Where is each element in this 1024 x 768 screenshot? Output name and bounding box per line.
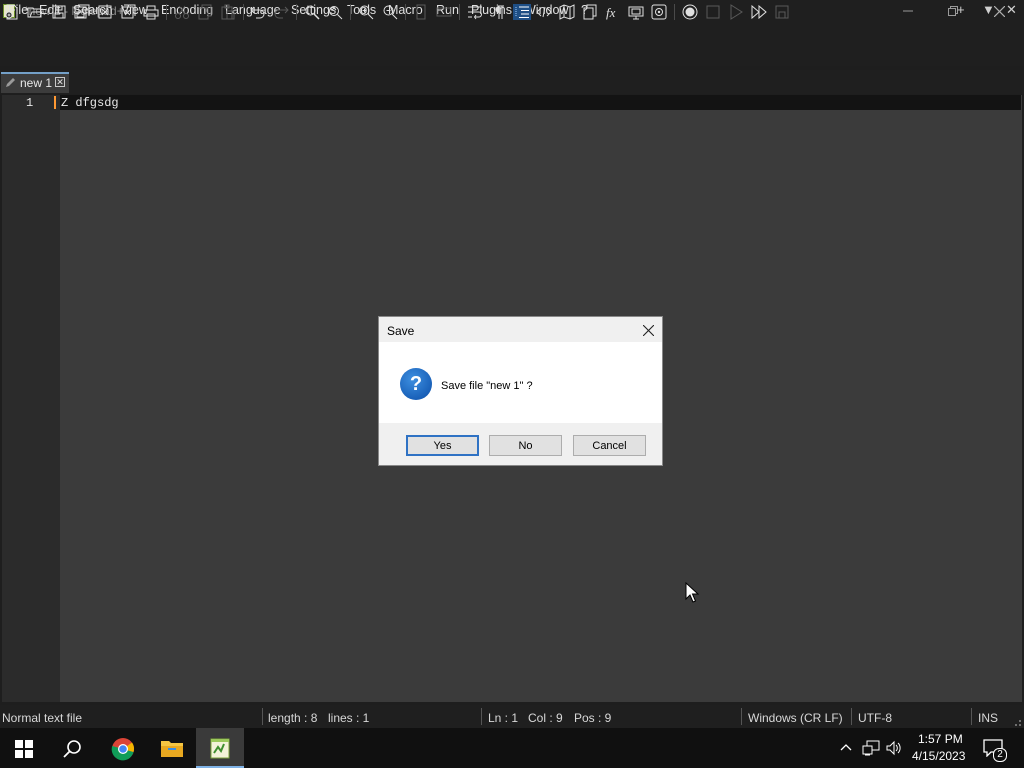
menu-bar (0, 22, 1024, 42)
windows-start-icon[interactable] (15, 740, 33, 758)
tab-list-dropdown-icon[interactable]: ▼ (982, 2, 995, 17)
line-number-gutter (2, 95, 60, 702)
run-macro-multiple-icon[interactable] (751, 4, 767, 20)
line-number: 1 (26, 96, 34, 110)
close-document-icon[interactable]: ✕ (1006, 2, 1017, 18)
redo-icon[interactable] (273, 4, 289, 20)
toolbar-separator (674, 4, 675, 20)
chevron-up-icon[interactable] (839, 741, 853, 753)
save-macro-icon[interactable] (774, 4, 790, 20)
status-separator (741, 708, 742, 725)
replace-icon[interactable] (327, 4, 343, 20)
clock-time[interactable]: 1:57 PM (918, 732, 963, 746)
sync-vertical-icon[interactable] (413, 4, 429, 20)
status-separator (262, 708, 263, 725)
undo-icon[interactable] (250, 4, 266, 20)
cancel-button[interactable]: Cancel (573, 435, 646, 456)
folder-as-workspace-icon[interactable] (628, 4, 644, 20)
dialog-close-button[interactable] (638, 320, 658, 340)
notepadpp-icon (209, 737, 231, 759)
status-encoding: UTF-8 (858, 711, 892, 725)
save-icon[interactable] (51, 4, 67, 20)
status-separator (481, 708, 482, 725)
file-explorer-icon[interactable] (161, 738, 183, 758)
tab-close-icon[interactable]: ✕ (55, 77, 65, 87)
status-insert-mode: INS (978, 711, 999, 725)
resize-grip-icon[interactable] (1012, 716, 1022, 726)
find-icon[interactable] (304, 4, 320, 20)
restore-button[interactable] (930, 0, 976, 22)
sync-horizontal-icon[interactable] (436, 4, 452, 20)
close-file-icon[interactable] (97, 4, 113, 20)
minimize-icon (903, 10, 913, 12)
svg-text:fx: fx (606, 5, 616, 20)
status-separator (851, 708, 852, 725)
toolbar-separator (405, 4, 406, 20)
network-icon[interactable] (862, 740, 880, 756)
status-pos: Pos : 9 (574, 711, 612, 725)
stop-macro-icon[interactable] (705, 4, 721, 20)
status-ln: Ln : 1 (488, 711, 519, 725)
status-eol: Windows (CR LF) (748, 711, 843, 725)
mouse-pointer-icon (685, 581, 700, 604)
status-file-type: Normal text file (2, 711, 83, 725)
new-file-icon[interactable] (4, 4, 20, 20)
cut-icon[interactable] (174, 4, 190, 20)
play-macro-icon[interactable] (728, 4, 744, 20)
copy-icon[interactable] (197, 4, 213, 20)
status-lines: lines : 1 (328, 711, 370, 725)
question-icon: ? (400, 368, 432, 400)
dialog-title: Save (387, 324, 415, 338)
document-map-icon[interactable] (559, 4, 575, 20)
toolbar-separator (350, 4, 351, 20)
print-icon[interactable] (143, 4, 159, 20)
toolbar-separator (459, 4, 460, 20)
volume-icon[interactable] (886, 740, 902, 756)
zoom-in-icon[interactable] (358, 4, 374, 20)
pencil-icon (5, 77, 16, 88)
zoom-out-icon[interactable] (382, 4, 398, 20)
current-line-highlight (60, 95, 1021, 110)
function-list-icon[interactable]: fx (605, 4, 621, 20)
paste-icon[interactable] (220, 4, 236, 20)
save-all-icon[interactable] (74, 4, 90, 20)
tab-bar (0, 70, 1024, 94)
close-icon (642, 324, 654, 336)
monitoring-icon[interactable] (651, 4, 667, 20)
search-icon[interactable] (63, 739, 83, 759)
chrome-icon[interactable] (111, 737, 135, 761)
indent-guide-icon[interactable] (513, 4, 531, 20)
editor-text[interactable]: Z dfgsdg (61, 96, 119, 110)
status-separator (971, 708, 972, 725)
toolbar (0, 42, 1024, 66)
clock-date[interactable]: 4/15/2023 (912, 749, 965, 763)
toolbar-separator (166, 4, 167, 20)
change-marker (54, 96, 56, 109)
toolbar-separator (296, 4, 297, 20)
word-wrap-icon[interactable] (467, 4, 483, 20)
status-col: Col : 9 (528, 711, 563, 725)
open-file-icon[interactable] (27, 4, 43, 20)
new-tab-plus-icon[interactable]: + (957, 2, 965, 17)
status-length: length : 8 (268, 711, 318, 725)
tab-label[interactable]: new 1 (20, 76, 52, 90)
record-macro-icon[interactable] (682, 4, 698, 20)
yes-button[interactable]: Yes (406, 435, 479, 456)
close-all-icon[interactable] (120, 4, 136, 20)
minimize-button[interactable] (885, 0, 931, 22)
dialog-message: Save file "new 1" ? (441, 380, 533, 392)
show-all-characters-icon[interactable] (490, 4, 506, 20)
toolbar-separator (243, 4, 244, 20)
no-button[interactable]: No (489, 435, 562, 456)
user-defined-language-icon[interactable] (536, 4, 552, 20)
document-list-icon[interactable] (582, 4, 598, 20)
close-icon (993, 5, 1005, 17)
notification-count-badge: 2 (993, 748, 1007, 762)
